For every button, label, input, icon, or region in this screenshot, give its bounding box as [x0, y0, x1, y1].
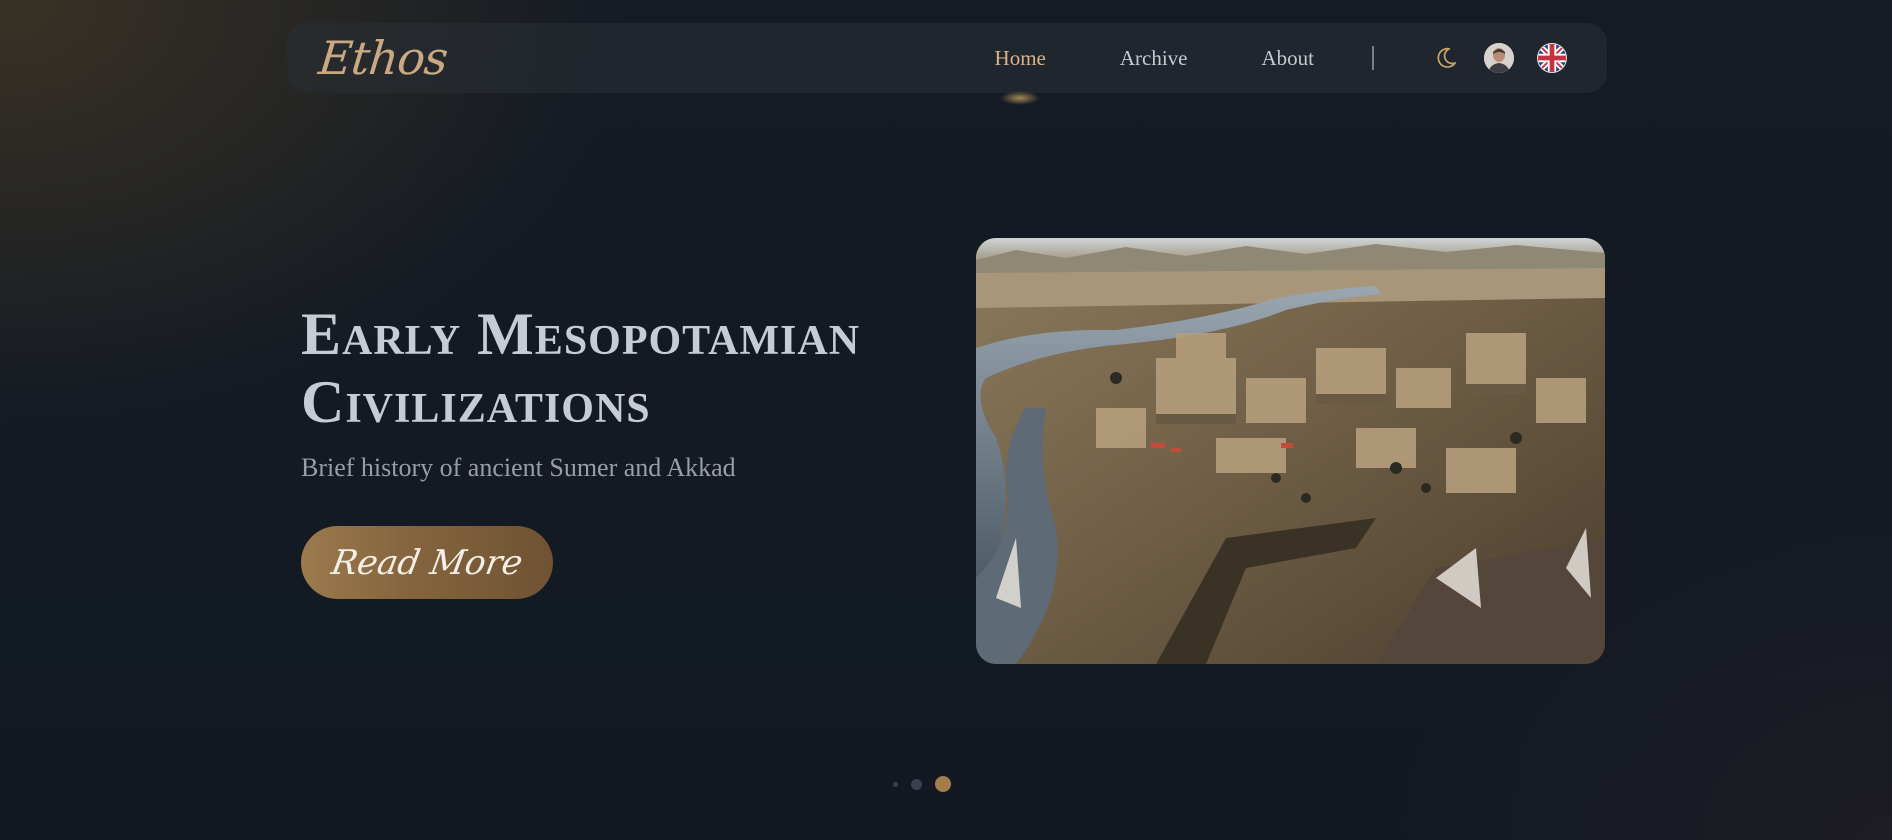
hero-title-line2: Civilizations: [301, 369, 651, 435]
hero-title-line1: Early Mesopotamian: [301, 301, 861, 367]
carousel-dots: [893, 776, 951, 792]
user-avatar: [1484, 43, 1514, 73]
nav-link-home[interactable]: Home: [994, 45, 1046, 105]
carousel-dot-2[interactable]: [911, 778, 922, 790]
read-more-button[interactable]: Read More: [301, 526, 553, 599]
read-more-label: Read More: [328, 542, 526, 583]
avatar[interactable]: [1484, 43, 1514, 73]
navbar: Ethos Home Archive About: [287, 23, 1607, 105]
moon-icon: [1437, 47, 1457, 68]
nav-divider: [1372, 46, 1374, 70]
nav-link-about[interactable]: About: [1262, 46, 1315, 71]
nav-link-archive[interactable]: Archive: [1120, 46, 1188, 71]
mesopotamian-city-illustration: [976, 238, 1605, 664]
carousel-dot-3-active[interactable]: [935, 776, 951, 792]
nav-link-label: Home: [994, 45, 1046, 70]
hero-title: Early Mesopotamian Civilizations: [301, 300, 941, 436]
theme-toggle-button[interactable]: [1431, 43, 1461, 73]
nav-links: Home Archive About: [921, 45, 1315, 105]
hero-subtitle: Brief history of ancient Sumer and Akkad: [301, 453, 736, 482]
logo[interactable]: Ethos: [316, 31, 450, 85]
uk-flag-icon: [1538, 44, 1566, 72]
carousel-dot-1[interactable]: [893, 781, 898, 787]
hero-image: [976, 238, 1605, 664]
language-button[interactable]: [1537, 43, 1567, 73]
active-indicator: [1000, 90, 1041, 105]
